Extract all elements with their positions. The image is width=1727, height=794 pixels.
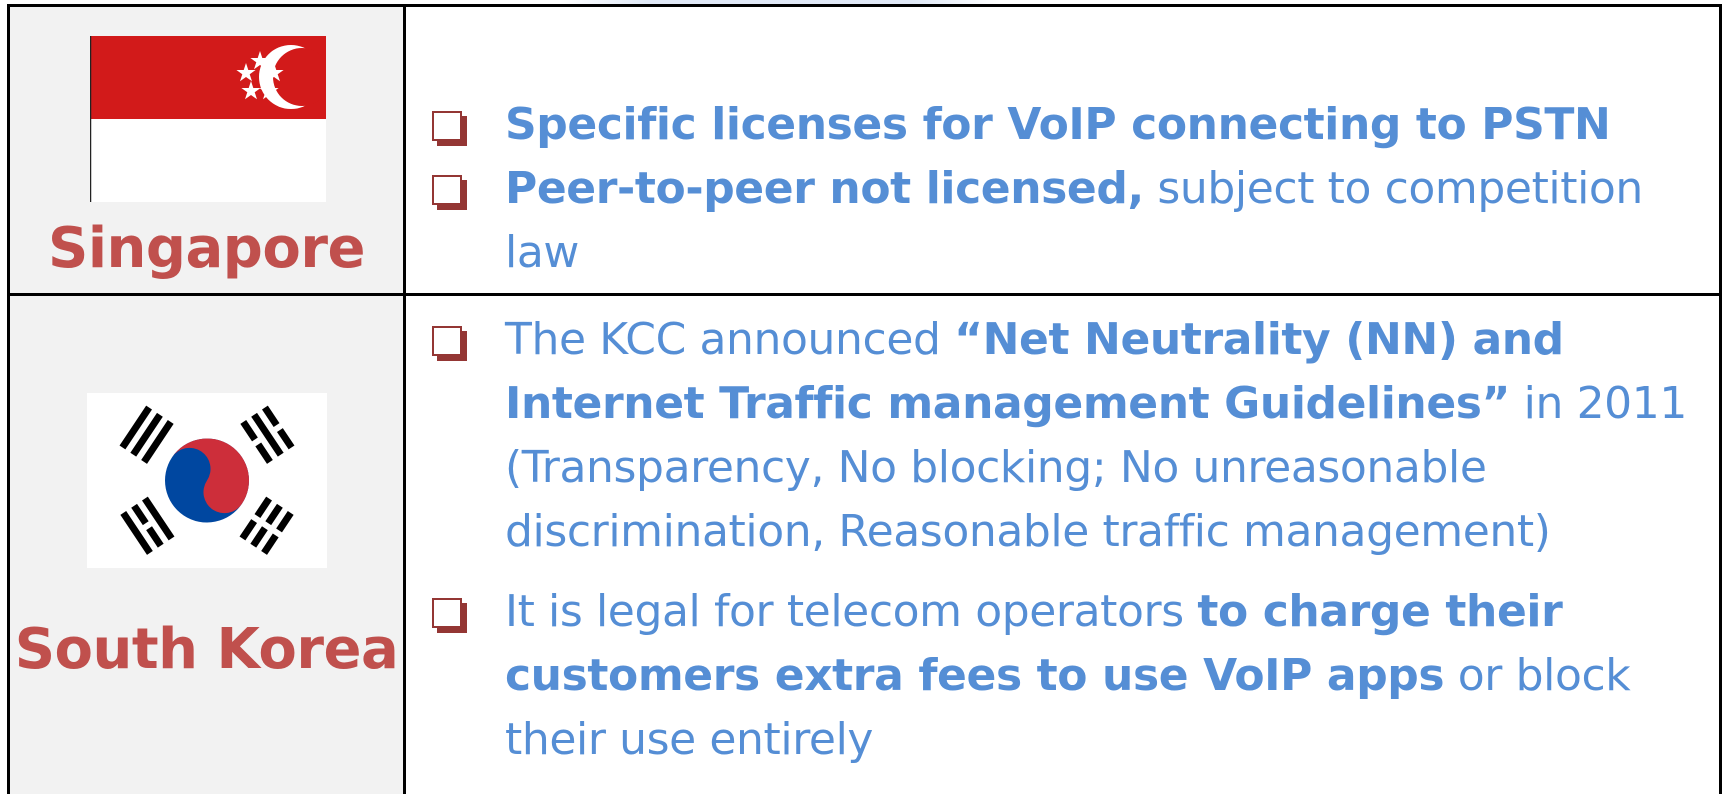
table-row-south-korea: South Korea The KCC announced “Net Neutr… [10,296,1719,794]
bullet-text-bold: Peer-to-peer not licensed, [505,163,1144,214]
checkbox-bullet-icon [432,111,462,141]
country-cell-singapore: Singapore [10,7,406,293]
content-cell-singapore: Specific licenses for VoIP connecting to… [406,7,1719,293]
country-cell-south-korea: South Korea [10,296,406,794]
list-item: The KCC announced “Net Neutrality (NN) a… [432,308,1709,564]
country-name-south-korea: South Korea [14,617,399,682]
table-row-singapore: Singapore Specific licenses for VoIP con… [10,7,1719,296]
list-item: It is legal for telecom operators to cha… [432,580,1709,772]
bullet-text: It is legal for telecom operators [505,586,1198,637]
bullet-list-singapore: Specific licenses for VoIP connecting to… [432,93,1709,285]
singapore-flag-icon [90,36,326,202]
list-item: Specific licenses for VoIP connecting to… [432,93,1709,157]
checkbox-bullet-icon [432,175,462,205]
checkbox-bullet-icon [432,598,462,628]
bullet-text: The KCC announced [505,314,955,365]
south-korea-flag-icon [87,393,327,568]
country-name-singapore: Singapore [48,216,365,281]
bullet-list-south-korea: The KCC announced “Net Neutrality (NN) a… [432,308,1709,772]
content-cell-south-korea: The KCC announced “Net Neutrality (NN) a… [406,296,1719,794]
list-item: Peer-to-peer not licensed, subject to co… [432,157,1709,285]
checkbox-bullet-icon [432,326,462,356]
bullet-text-bold: Specific licenses for VoIP connecting to… [505,99,1611,150]
country-comparison-table: Singapore Specific licenses for VoIP con… [7,4,1722,794]
